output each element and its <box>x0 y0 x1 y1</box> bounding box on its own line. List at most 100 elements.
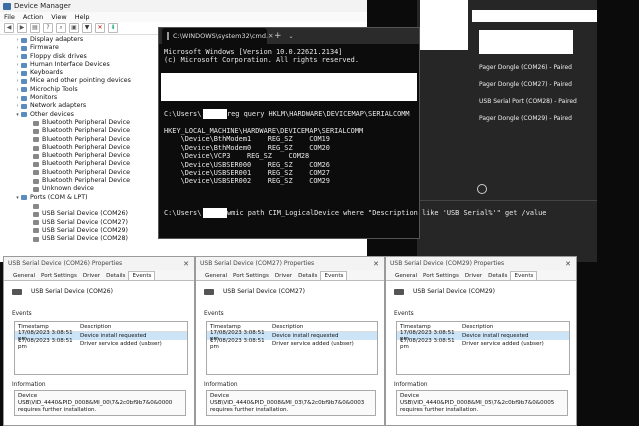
bt-device-item[interactable]: Pager Dongle (COM26) - Paired <box>479 64 572 71</box>
uninstall-icon[interactable]: ✕ <box>95 23 105 33</box>
close-tab-icon[interactable]: ✕ <box>268 32 273 40</box>
column-description[interactable]: Description <box>462 324 493 330</box>
chevron-right-icon[interactable]: › <box>14 44 21 52</box>
tab-driver[interactable]: Driver <box>462 272 485 280</box>
back-icon[interactable]: ◀ <box>4 23 14 33</box>
chevron-right-icon[interactable]: › <box>14 36 21 44</box>
tree-item[interactable]: › Network adapters <box>0 102 170 110</box>
menu-action[interactable]: Action <box>23 13 43 21</box>
tree-item[interactable]: Bluetooth Peripheral Device <box>0 119 170 127</box>
event-row[interactable]: 17/08/2023 3:08:51 pm Driver service adde… <box>397 338 569 350</box>
column-timestamp[interactable]: Timestamp <box>397 324 462 330</box>
tree-item[interactable]: USB Serial Device (COM26) <box>0 210 170 218</box>
tree-item[interactable]: ▾ Ports (COM & LPT) <box>0 194 170 202</box>
tree-item[interactable]: USB Serial Device (COM29) <box>0 227 170 235</box>
tab-general[interactable]: General <box>392 272 420 280</box>
tree-item[interactable]: › Display adapters <box>0 36 170 44</box>
category-icon <box>21 62 27 68</box>
tree-item[interactable]: Bluetooth Peripheral Device <box>0 136 170 144</box>
tree-item[interactable]: › Keyboards <box>0 69 170 77</box>
usb-device-icon <box>394 288 404 295</box>
tree-item[interactable]: Bluetooth Peripheral Device <box>0 160 170 168</box>
scan-icon[interactable]: ⌕ <box>56 23 66 33</box>
bt-device-item[interactable]: Pager Dongle (COM27) - Paired <box>479 81 572 88</box>
terminal-header-line: Microsoft Windows [Version 10.0.22621.21… <box>164 48 343 56</box>
chevron-right-icon[interactable]: › <box>14 102 21 110</box>
tree-item-label: Bluetooth Peripheral Device <box>42 143 130 151</box>
tab-general[interactable]: General <box>10 272 38 280</box>
event-row[interactable]: 17/08/2023 3:08:51 pm Driver service adde… <box>207 338 377 350</box>
event-row[interactable]: 17/08/2023 3:08:51 pm Driver service adde… <box>15 338 187 350</box>
tab-details[interactable]: Details <box>295 272 320 280</box>
chevron-right-icon[interactable]: › <box>14 77 21 85</box>
chevron-right-icon[interactable]: › <box>14 94 21 102</box>
chevron-down-icon[interactable]: ▾ <box>14 194 21 202</box>
events-list[interactable]: Timestamp Description 17/08/2023 3:08:51 p… <box>14 321 188 375</box>
tree-item[interactable]: USB Serial Device (COM27) <box>0 219 170 227</box>
chevron-right-icon[interactable]: › <box>14 61 21 69</box>
power-icon[interactable] <box>477 184 487 194</box>
tree-item[interactable]: Bluetooth Peripheral Device <box>0 127 170 135</box>
tab-general[interactable]: General <box>202 272 230 280</box>
cmd-icon <box>167 32 169 40</box>
tab-events[interactable]: Events <box>320 271 348 280</box>
tree-item-label: Bluetooth Peripheral Device <box>42 160 130 168</box>
close-icon[interactable]: ✕ <box>373 260 379 268</box>
disable-icon[interactable]: ▼ <box>82 23 92 33</box>
bt-device-item[interactable]: USB Serial Port (COM28) - Paired <box>479 98 577 105</box>
tree-item[interactable]: › Microchip Tools <box>0 86 170 94</box>
close-icon[interactable]: ✕ <box>183 260 189 268</box>
device-icon <box>33 228 39 234</box>
help-icon[interactable]: ? <box>43 23 53 33</box>
tree-item[interactable]: Bluetooth Peripheral Device <box>0 169 170 177</box>
tab-driver[interactable]: Driver <box>272 272 295 280</box>
tree-item-label: Other devices <box>30 110 74 118</box>
column-description[interactable]: Description <box>272 324 303 330</box>
properties-icon[interactable]: ▤ <box>30 23 40 33</box>
menu-file[interactable]: File <box>4 13 15 21</box>
column-description[interactable]: Description <box>80 324 111 330</box>
update-driver-icon[interactable]: ▣ <box>69 23 79 33</box>
tree-item[interactable]: ▾ Other devices <box>0 111 170 119</box>
events-list[interactable]: Timestamp Description 17/08/2023 3:08:51 p… <box>396 321 570 375</box>
tab-events[interactable]: Events <box>510 271 538 280</box>
tree-item[interactable]: Bluetooth Peripheral Device <box>0 177 170 185</box>
column-timestamp[interactable]: Timestamp <box>15 324 80 330</box>
tree-item[interactable]: › Floppy disk drives <box>0 53 170 61</box>
terminal-command[interactable]: wmic path CIM_LogicalDevice where "Descr… <box>227 209 546 217</box>
tree-item[interactable]: USB Serial Device (COM28) <box>0 235 170 243</box>
forward-icon[interactable]: ▶ <box>17 23 27 33</box>
chevron-down-icon[interactable]: ▾ <box>14 111 21 119</box>
tab-driver[interactable]: Driver <box>80 272 103 280</box>
tab-details[interactable]: Details <box>485 272 510 280</box>
information-label: Information <box>12 382 46 388</box>
chevron-right-icon[interactable]: › <box>14 86 21 94</box>
tab-details[interactable]: Details <box>103 272 128 280</box>
tab-port-settings[interactable]: Port Settings <box>230 272 272 280</box>
chevron-right-icon[interactable]: › <box>14 53 21 61</box>
chevron-down-icon[interactable]: ⌄ <box>289 33 294 40</box>
bt-device-item[interactable]: Pager Dongle (COM29) - Paired <box>479 115 572 122</box>
events-list[interactable]: Timestamp Description 17/08/2023 3:08:51 p… <box>206 321 378 375</box>
terminal-output-line: \Device\USBSER002 REG_SZ COM29 <box>164 177 330 186</box>
tree-item[interactable]: Bluetooth Peripheral Device <box>0 152 170 160</box>
column-timestamp[interactable]: Timestamp <box>207 324 272 330</box>
tree-item[interactable]: › Mice and other pointing devices <box>0 77 170 85</box>
close-icon[interactable]: ✕ <box>565 260 571 268</box>
menu-help[interactable]: Help <box>75 13 90 21</box>
redacted-block <box>420 0 468 50</box>
download-icon[interactable]: ⬇ <box>108 23 118 33</box>
tab-events[interactable]: Events <box>128 271 156 280</box>
menu-view[interactable]: View <box>51 13 66 21</box>
tree-item[interactable]: Bluetooth Peripheral Device <box>0 144 170 152</box>
tree-item[interactable] <box>0 202 170 210</box>
tab-port-settings[interactable]: Port Settings <box>420 272 462 280</box>
terminal-tab[interactable]: C:\WINDOWS\system32\cmd. ✕ <box>162 28 274 44</box>
tree-item[interactable]: › Human Interface Devices <box>0 61 170 69</box>
chevron-right-icon[interactable]: › <box>14 69 21 77</box>
tab-port-settings[interactable]: Port Settings <box>38 272 80 280</box>
tree-item[interactable]: › Monitors <box>0 94 170 102</box>
tree-item[interactable]: › Firmware <box>0 44 170 52</box>
new-tab-icon[interactable]: + <box>274 31 282 41</box>
tree-item[interactable]: Unknown device <box>0 185 170 193</box>
